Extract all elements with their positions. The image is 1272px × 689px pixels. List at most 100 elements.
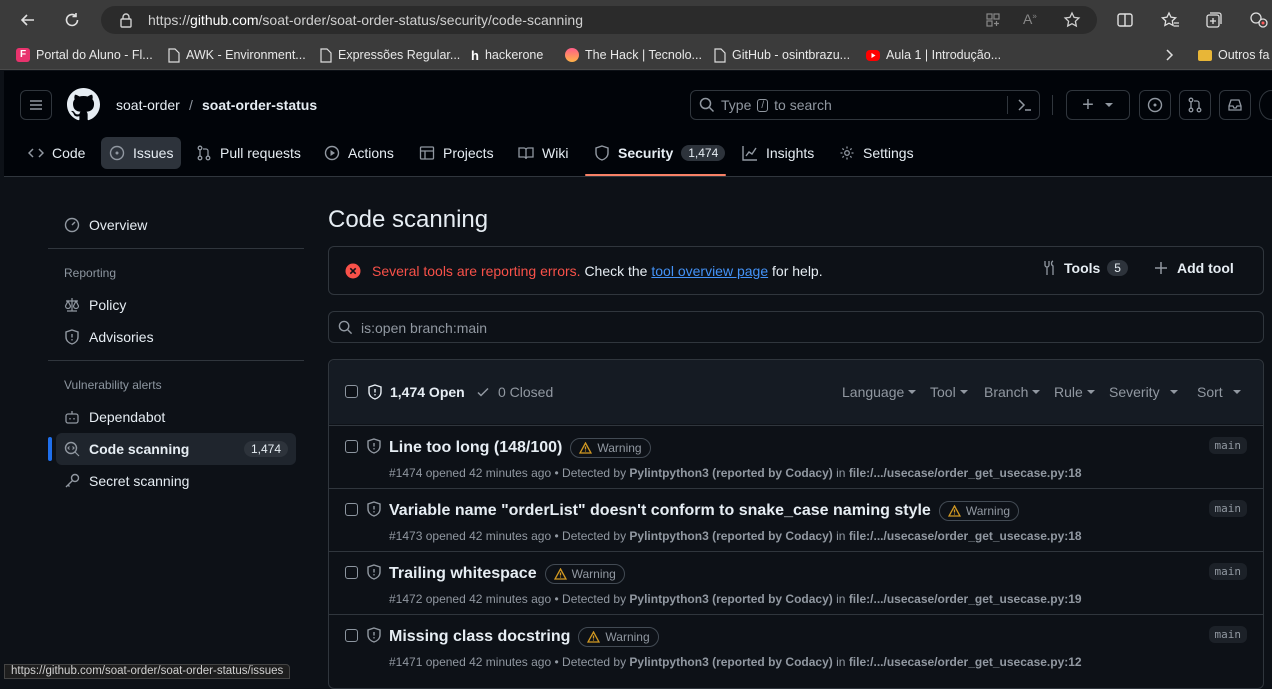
inbox-button[interactable] (1219, 90, 1251, 120)
tab-projects[interactable]: Projects (411, 137, 502, 169)
meter-icon (64, 217, 80, 233)
alert-row[interactable]: Missing class docstring Warning #1471 op… (328, 614, 1264, 677)
shield-alert-icon (366, 627, 382, 643)
filter-search-value: is:open branch:main (361, 320, 488, 336)
extensions-icon[interactable] (1248, 10, 1272, 30)
collections-icon[interactable] (1204, 10, 1224, 30)
alert-title-link[interactable]: Variable name "orderList" doesn't confor… (389, 502, 931, 520)
alert-checkbox[interactable] (345, 629, 358, 642)
github-logo-icon[interactable] (67, 88, 100, 121)
sidebar-item-dependabot[interactable]: Dependabot (56, 401, 296, 433)
filter-search-input[interactable]: is:open branch:main (328, 311, 1264, 343)
bookmark-item[interactable]: Expressões Regular... (320, 46, 460, 64)
bookmark-item[interactable]: GitHub - osintbrazu... (714, 46, 850, 64)
favorites-icon[interactable] (1160, 10, 1180, 30)
tab-actions[interactable]: Actions (316, 137, 402, 169)
tool-filter[interactable]: Tool (930, 384, 968, 400)
closed-alerts-toggle[interactable]: 0 Closed (476, 384, 553, 400)
branch-filter[interactable]: Branch (984, 384, 1041, 400)
command-palette-icon[interactable] (1017, 97, 1033, 113)
filter-label: Language (842, 384, 905, 400)
bookmark-item[interactable]: Aula 1 | Introdução... (866, 46, 1001, 64)
alert-checkbox[interactable] (345, 503, 358, 516)
chevron-right-icon[interactable] (1164, 48, 1174, 62)
reload-icon[interactable] (62, 10, 82, 30)
other-favorites[interactable]: Outros fa (1198, 46, 1269, 64)
bookmark-item[interactable]: AWK - Environment... (168, 46, 306, 64)
tab-issues[interactable]: Issues (101, 137, 182, 169)
table-icon (419, 146, 435, 160)
severity-label: Warning (597, 441, 642, 455)
alert-title-link[interactable]: Missing class docstring (389, 628, 570, 646)
read-aloud-icon[interactable]: A» (1023, 11, 1037, 27)
severity-filter[interactable]: Severity (1109, 384, 1178, 400)
tab-settings[interactable]: Settings (831, 137, 922, 169)
alert-number: #1473 (389, 529, 423, 543)
add-tool-button[interactable]: Add tool (1154, 260, 1234, 276)
tools-button[interactable]: Tools 5 (1041, 260, 1128, 276)
tools-icon (1044, 260, 1054, 275)
alert-checkbox[interactable] (345, 566, 358, 579)
alert-row[interactable]: Line too long (148/100) Warning #1474 op… (328, 425, 1264, 488)
search-input[interactable]: Type / to search (690, 90, 1040, 120)
sidebar-item-overview[interactable]: Overview (56, 209, 296, 241)
bookmark-item[interactable]: The Hack | Tecnolo... (565, 46, 702, 64)
repo-owner-link[interactable]: soat-order (116, 97, 180, 113)
tab-security[interactable]: Security 1,474 (586, 137, 733, 169)
sidebar-divider (48, 360, 304, 361)
back-arrow-icon[interactable] (18, 10, 38, 30)
split-screen-icon[interactable] (1116, 11, 1134, 29)
bookmark-item[interactable]: F Portal do Aluno - Fl... (16, 46, 153, 64)
lock-icon[interactable] (119, 12, 133, 28)
tab-label: Issues (133, 145, 174, 161)
create-new-button[interactable]: + (1066, 90, 1130, 120)
alert-in: in (836, 529, 846, 543)
bookmark-item[interactable]: h hackerone (471, 46, 543, 64)
browser-toolbar: A» https://github.com/soat-order/soat-or… (0, 0, 1272, 40)
pull-requests-button[interactable] (1179, 90, 1211, 120)
hackerone-icon: h (471, 47, 479, 63)
alert-row[interactable]: Trailing whitespace Warning #1472 opened… (328, 551, 1264, 614)
alert-number: #1471 (389, 655, 423, 669)
tab-wiki[interactable]: Wiki (510, 137, 576, 169)
x-circle-icon (345, 263, 361, 279)
sidebar-item-advisories[interactable]: Advisories (56, 321, 296, 353)
tab-label: Security (618, 145, 674, 161)
alert-title-link[interactable]: Line too long (148/100) (389, 439, 562, 457)
active-sidebar-indicator (48, 437, 52, 461)
favorite-star-icon[interactable] (1063, 11, 1081, 29)
graph-icon (742, 146, 757, 161)
alert-title-container: Line too long (148/100) Warning (389, 438, 651, 458)
search-placeholder-prefix: Type (721, 97, 752, 113)
git-pull-request-icon (1188, 97, 1202, 113)
rule-filter[interactable]: Rule (1054, 384, 1095, 400)
alert-checkbox[interactable] (345, 440, 358, 453)
alert-triangle-icon (947, 505, 961, 517)
chevron-down-icon (1169, 389, 1178, 394)
alert-row[interactable]: Variable name "orderList" doesn't confor… (328, 488, 1264, 551)
gear-icon (840, 146, 854, 160)
alert-triangle-icon (579, 442, 593, 454)
sidebar-item-secret-scanning[interactable]: Secret scanning (56, 465, 296, 497)
sort-dropdown[interactable]: Sort (1197, 384, 1241, 400)
tab-insights[interactable]: Insights (734, 137, 822, 169)
sidebar-item-policy[interactable]: Policy (56, 289, 296, 321)
issues-button[interactable] (1139, 90, 1171, 120)
sidebar-item-code-scanning[interactable]: Code scanning 1,474 (56, 433, 296, 465)
hamburger-menu-button[interactable] (20, 90, 52, 120)
select-all-checkbox[interactable] (345, 385, 358, 398)
open-alerts-toggle[interactable]: 1,474 Open (367, 384, 465, 400)
repo-name-link[interactable]: soat-order-status (202, 97, 317, 113)
chevron-down-icon (1104, 103, 1113, 107)
tab-label: Actions (348, 145, 394, 161)
tab-pull-requests[interactable]: Pull requests (188, 137, 309, 169)
app-available-icon[interactable] (985, 12, 1001, 28)
banner-error-text: Several tools are reporting errors. (372, 263, 581, 279)
alert-title-link[interactable]: Trailing whitespace (389, 565, 537, 583)
language-filter[interactable]: Language (842, 384, 917, 400)
codescan-icon (64, 441, 80, 457)
tab-code[interactable]: Code (20, 137, 93, 169)
tool-overview-link[interactable]: tool overview page (651, 263, 768, 279)
alert-file: file:/.../usecase/order_get_usecase.py:1… (848, 655, 1082, 669)
url-text: https://github.com/soat-order/soat-order… (148, 12, 583, 28)
